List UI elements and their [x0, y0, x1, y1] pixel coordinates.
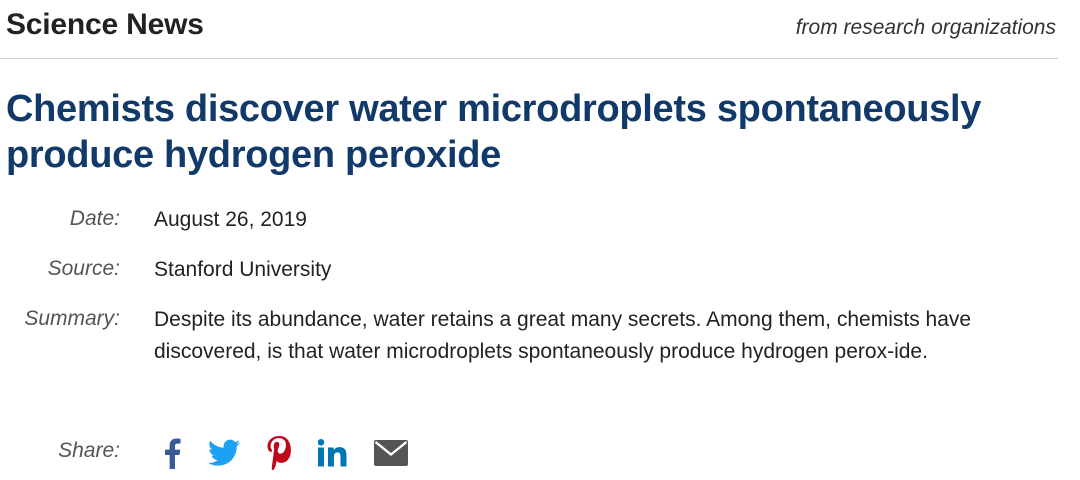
twitter-icon[interactable]: [208, 436, 240, 470]
date-label: Date:: [69, 207, 120, 230]
summary-label: Summary:: [24, 307, 120, 330]
facebook-icon[interactable]: [162, 436, 182, 470]
article-headline: Chemists discover water microdroplets sp…: [6, 88, 982, 176]
site-tagline: from research organizations: [795, 16, 1056, 39]
share-label: Share:: [58, 439, 120, 462]
site-title[interactable]: Science News: [6, 8, 204, 42]
source-label: Source:: [47, 257, 120, 280]
pinterest-icon[interactable]: [266, 436, 292, 470]
linkedin-icon[interactable]: [318, 436, 348, 470]
date-value: August 26, 2019: [154, 208, 307, 231]
source-value: Stanford University: [154, 258, 332, 281]
summary-text: Despite its abundance, water retains a g…: [154, 308, 972, 363]
site-header: Science News from research organizations: [0, 0, 1058, 59]
share-icons: [162, 436, 434, 470]
email-icon[interactable]: [374, 436, 408, 470]
